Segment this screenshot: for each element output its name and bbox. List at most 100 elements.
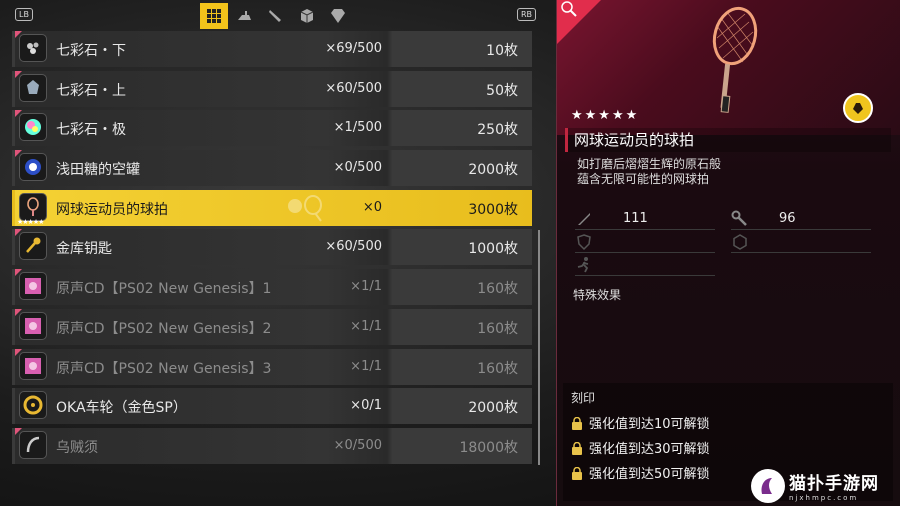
list-item[interactable]: 七彩石・下 ×69/500 10枚 xyxy=(12,31,532,67)
cd-icon xyxy=(19,311,47,340)
item-price: 18000枚 xyxy=(459,439,518,456)
item-preview: ★★★★★ xyxy=(557,0,900,135)
item-description: 如打磨后熠熠生辉的原石般 蕴含无限可能性的网球拍 xyxy=(577,157,722,186)
watermark-title: 猫扑手游网 xyxy=(789,474,879,494)
category-tabs xyxy=(200,3,352,29)
special-effect-label: 特殊效果 xyxy=(573,288,622,302)
durability-stat: 96 xyxy=(731,208,871,230)
stones-icon xyxy=(19,34,47,62)
unlock-slot: 强化值到达30可解锁 xyxy=(571,438,710,457)
item-name: 原声CD【PS02 New Genesis】1 xyxy=(56,281,272,298)
inscription-label: 刻印 xyxy=(571,391,596,405)
item-quantity: ×1/1 xyxy=(350,318,382,334)
tab-tools[interactable] xyxy=(231,3,259,29)
key-icon xyxy=(19,232,47,261)
durability-value: 96 xyxy=(779,211,796,226)
knife-icon xyxy=(269,10,281,22)
item-price: 50枚 xyxy=(486,82,518,99)
site-watermark: 猫扑手游网 njxhmpc.com xyxy=(751,465,900,506)
category-bar: LB RB xyxy=(0,0,545,30)
weapon-type-emblem-icon xyxy=(843,93,873,123)
rarity-stars: ★★★★★ xyxy=(571,108,640,123)
list-item[interactable]: 乌贼须 ×0/500 18000枚 xyxy=(12,427,532,464)
tab-materials[interactable] xyxy=(293,3,321,29)
can-icon xyxy=(19,153,47,182)
item-quantity: ×60/500 xyxy=(325,80,382,96)
tennis-racket-icon xyxy=(712,6,758,113)
item-price: 1000枚 xyxy=(468,241,518,258)
item-name: 浅田糖的空罐 xyxy=(56,162,140,179)
grid-icon xyxy=(207,9,221,23)
item-name: 原声CD【PS02 New Genesis】3 xyxy=(56,360,272,377)
lock-icon xyxy=(572,442,582,455)
list-item-selected[interactable]: ★★★★★ 网球运动员的球拍 ×0 3000枚 xyxy=(12,189,532,226)
sword-icon xyxy=(578,213,590,225)
list-item[interactable]: 七彩石・极 ×1/500 250枚 xyxy=(12,110,532,147)
attack-value: 111 xyxy=(623,211,648,226)
box-icon xyxy=(300,9,314,23)
item-title: 网球运动员的球拍 xyxy=(565,128,891,152)
unlock-condition: 强化值到达50可解锁 xyxy=(589,467,710,482)
shield-icon xyxy=(577,234,591,251)
speed-stat xyxy=(575,254,715,276)
item-quantity: ×60/500 xyxy=(325,239,382,255)
item-quantity: ×0/500 xyxy=(333,437,382,453)
list-item[interactable]: 七彩石・上 ×60/500 50枚 xyxy=(12,70,532,107)
item-name: 原声CD【PS02 New Genesis】2 xyxy=(56,320,272,337)
cd-icon xyxy=(19,351,47,380)
item-quantity: ×1/1 xyxy=(350,279,382,295)
racket-icon xyxy=(19,192,47,221)
item-quantity: ×69/500 xyxy=(325,41,382,56)
unlock-condition: 强化值到达10可解锁 xyxy=(589,417,710,432)
cd-icon xyxy=(19,272,47,301)
list-item[interactable]: 原声CD【PS02 New Genesis】2 ×1/1 160枚 xyxy=(12,308,532,345)
rb-button[interactable]: RB xyxy=(517,8,537,21)
racket-category-icon xyxy=(561,1,577,17)
unlock-slot: 强化值到达50可解锁 xyxy=(571,463,710,482)
item-quantity: ×0/1 xyxy=(350,398,382,414)
wrench-icon xyxy=(731,210,747,226)
item-name: 乌贼须 xyxy=(56,439,98,456)
running-icon xyxy=(577,257,589,273)
item-price: 3000枚 xyxy=(468,201,518,218)
unlock-condition: 强化值到达30可解锁 xyxy=(589,442,710,457)
item-name: 七彩石・上 xyxy=(56,82,126,99)
item-name: 七彩石・极 xyxy=(56,122,126,139)
item-price: 160枚 xyxy=(477,360,518,377)
list-item[interactable]: OKA车轮（金色SP） ×0/1 2000枚 xyxy=(12,388,532,425)
item-price: 2000枚 xyxy=(468,400,518,417)
item-detail-panel: ★★★★★ 网球运动员的球拍 如打磨后熠熠生辉的原石般 蕴含无限可能性的网球拍 … xyxy=(556,0,900,506)
item-price: 250枚 xyxy=(477,122,518,139)
lock-icon xyxy=(572,467,582,480)
item-quantity: ×1/500 xyxy=(333,120,382,136)
lb-button[interactable]: LB xyxy=(15,8,33,21)
item-list: 七彩石・下 ×69/500 10枚 七彩石・上 ×60/500 50枚 七彩石・… xyxy=(12,31,532,468)
list-item[interactable]: 原声CD【PS02 New Genesis】1 ×1/1 160枚 xyxy=(12,269,532,306)
item-price: 2000枚 xyxy=(468,162,518,179)
list-item[interactable]: 原声CD【PS02 New Genesis】3 ×1/1 160枚 xyxy=(12,348,532,385)
defense-stat xyxy=(575,231,715,253)
item-name: 网球运动员的球拍 xyxy=(56,201,168,218)
list-item[interactable]: 金库钥匙 ×60/500 1000枚 xyxy=(12,229,532,266)
attack-stat: 111 xyxy=(575,208,715,230)
wheel-icon xyxy=(19,391,47,420)
iron-icon xyxy=(238,11,251,20)
racket-watermark-icon xyxy=(288,194,322,222)
list-item[interactable]: 浅田糖的空罐 ×0/500 2000枚 xyxy=(12,150,532,187)
item-name: 七彩石・下 xyxy=(56,43,126,59)
rainbow-stone-icon xyxy=(19,113,47,142)
tab-all[interactable] xyxy=(200,3,228,29)
lock-icon xyxy=(572,417,582,430)
watermark-logo-icon xyxy=(751,468,785,503)
tab-weapons[interactable] xyxy=(262,3,290,29)
list-scrollbar[interactable] xyxy=(538,230,540,465)
item-price: 160枚 xyxy=(477,281,518,298)
tentacle-icon xyxy=(19,430,47,459)
unlock-slot: 强化值到达10可解锁 xyxy=(571,413,710,432)
element-stat xyxy=(731,231,871,253)
stone-icon xyxy=(19,73,47,102)
item-quantity: ×1/1 xyxy=(350,358,382,374)
gem-icon xyxy=(331,9,345,23)
tab-gems[interactable] xyxy=(324,3,352,29)
item-name: 金库钥匙 xyxy=(56,241,112,258)
